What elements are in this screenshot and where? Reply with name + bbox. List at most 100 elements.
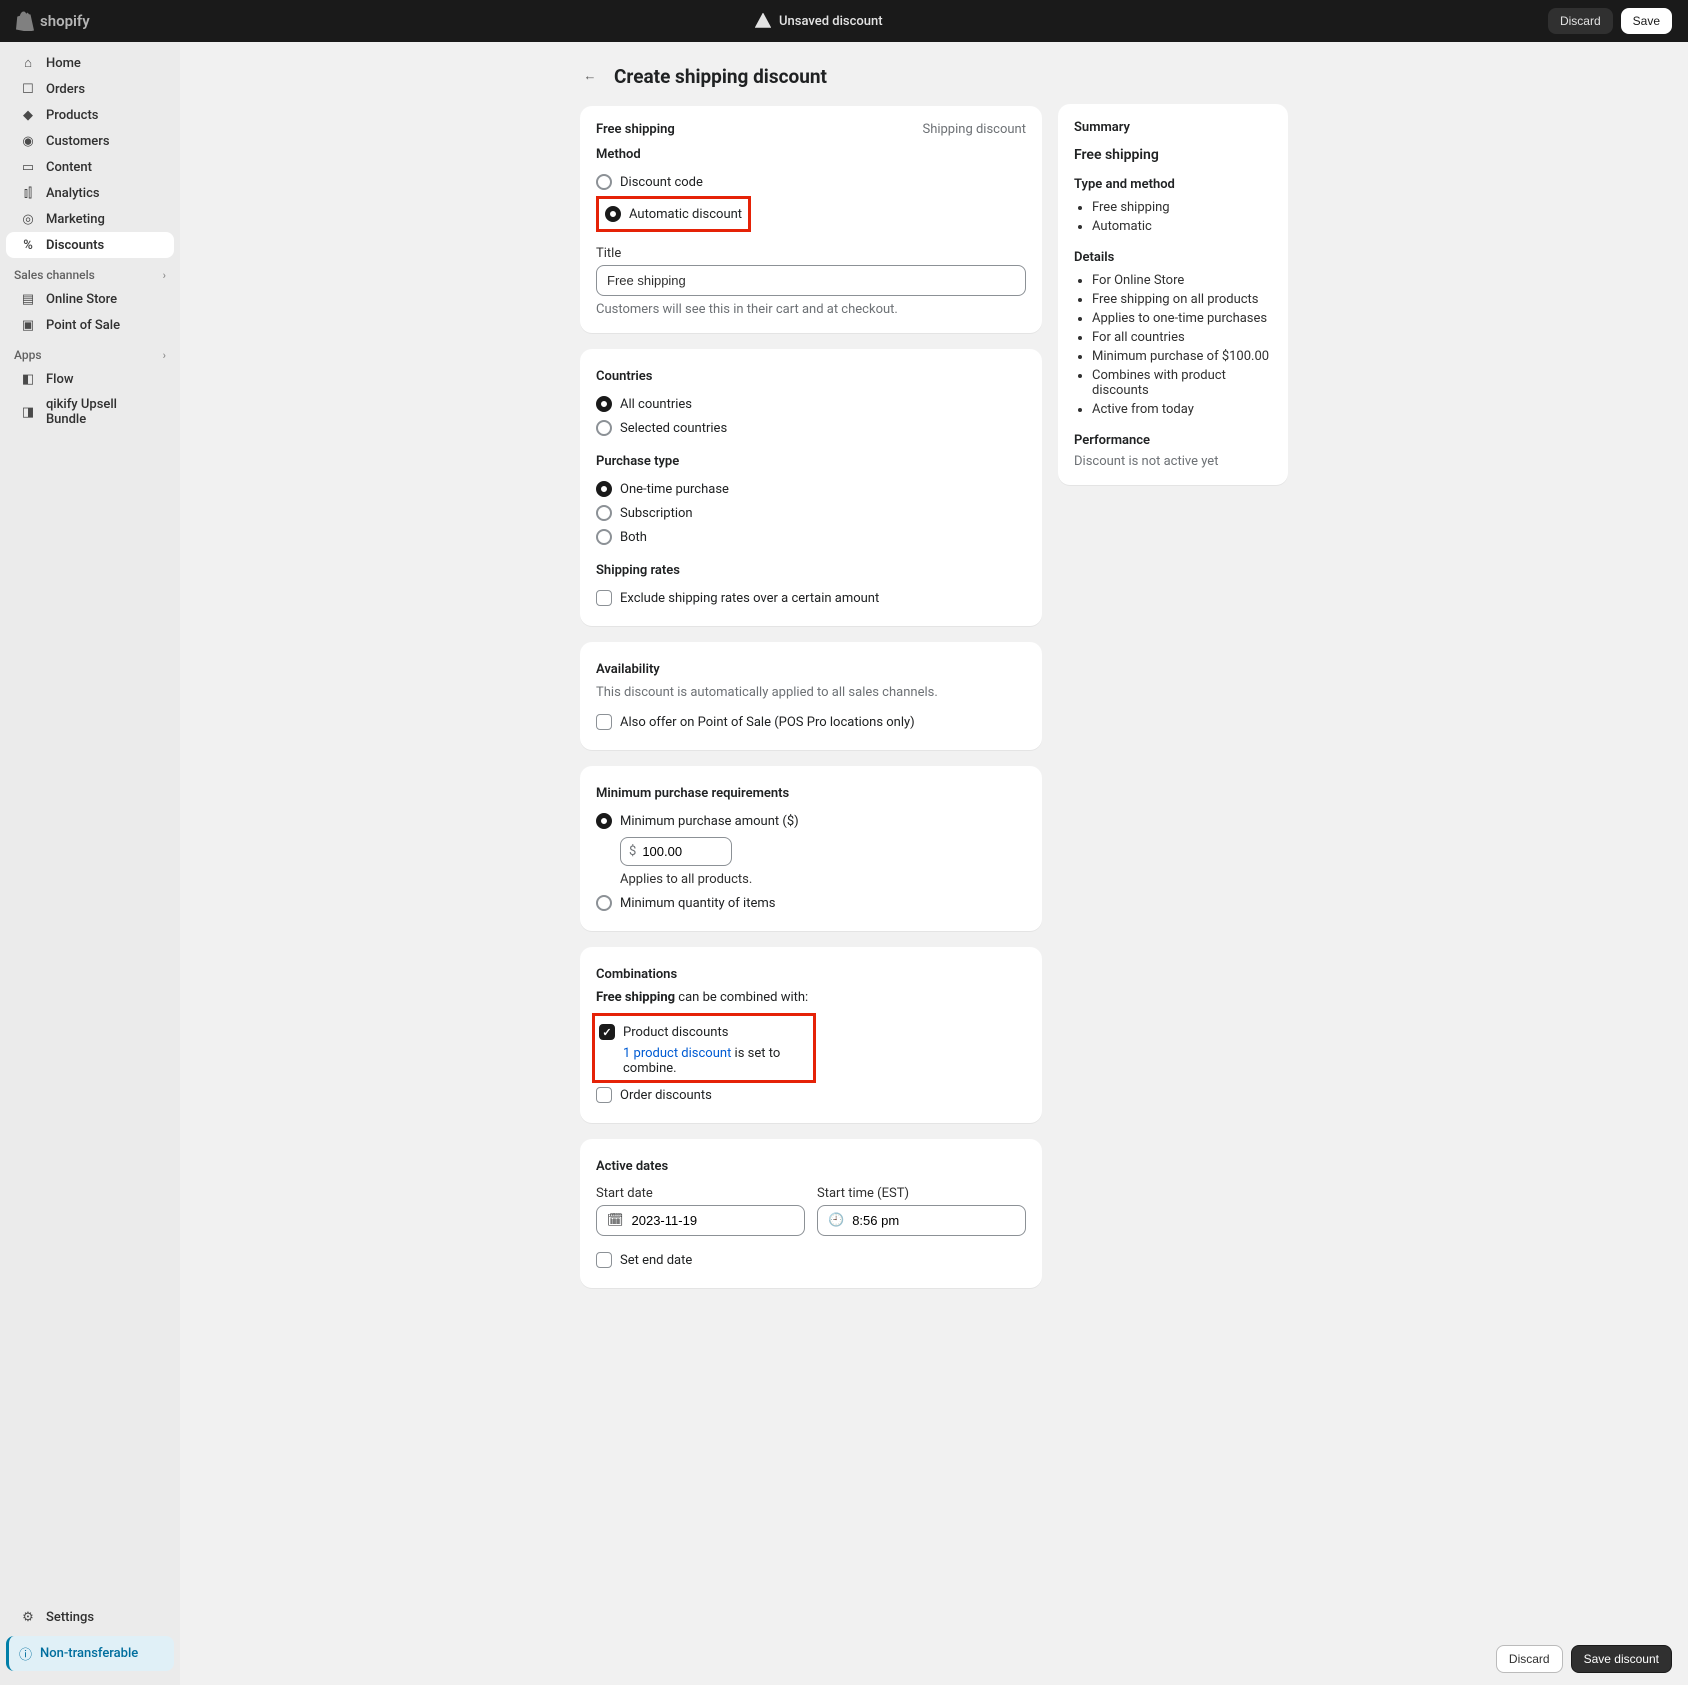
availability-desc: This discount is automatically applied t…	[596, 685, 1026, 700]
checkbox-checked-icon	[599, 1024, 615, 1040]
discard-button[interactable]: Discard	[1548, 8, 1613, 34]
start-date-input[interactable]	[632, 1206, 794, 1235]
clock-icon: 🕘	[828, 1213, 844, 1228]
radio-all-countries[interactable]: All countries	[596, 392, 1026, 416]
checkbox-pos[interactable]: Also offer on Point of Sale (POS Pro loc…	[596, 710, 1026, 734]
nav-orders[interactable]: ☐Orders	[6, 76, 174, 102]
list-item: Applies to one-time purchases	[1092, 309, 1272, 328]
nav-online-store[interactable]: ▤Online Store	[6, 286, 174, 312]
analytics-icon: ⫾⫿	[20, 185, 36, 201]
qikify-icon: ◨	[20, 404, 36, 420]
chevron-right-icon: ›	[163, 269, 166, 282]
min-amount-input[interactable]	[640, 838, 723, 865]
footer-save-button[interactable]: Save discount	[1571, 1645, 1672, 1673]
topbar-status: Unsaved discount	[90, 13, 1548, 29]
list-item: For Online Store	[1092, 271, 1272, 290]
start-time-input-wrap[interactable]: 🕘	[817, 1205, 1026, 1236]
nav-analytics[interactable]: ⫾⫿Analytics	[6, 180, 174, 206]
shopify-logo: shopify	[16, 11, 90, 31]
availability-card: Availability This discount is automatica…	[580, 642, 1042, 750]
start-time-input[interactable]	[852, 1206, 1015, 1235]
radio-min-qty[interactable]: Minimum quantity of items	[596, 891, 1026, 915]
calendar-icon: 🗓	[607, 1213, 624, 1228]
shopify-icon	[16, 11, 34, 31]
start-date-input-wrap[interactable]: 🗓	[596, 1205, 805, 1236]
apps-header[interactable]: Apps›	[0, 338, 180, 366]
nav-qikify[interactable]: ◨qikify Upsell Bundle	[6, 392, 174, 432]
summary-performance: Performance	[1074, 433, 1272, 448]
radio-selected-countries[interactable]: Selected countries	[596, 416, 1026, 440]
combinations-intro: Free shipping can be combined with:	[596, 990, 1026, 1005]
radio-selected-icon	[596, 396, 612, 412]
nav-settings[interactable]: ⚙Settings	[6, 1604, 174, 1630]
sales-channels-header[interactable]: Sales channels›	[0, 258, 180, 286]
list-item: Minimum purchase of $100.00	[1092, 347, 1272, 366]
title-input[interactable]	[596, 265, 1026, 296]
radio-min-amount[interactable]: Minimum purchase amount ($)	[596, 809, 1026, 833]
active-dates-card: Active dates Start date 🗓 Start time (ES…	[580, 1139, 1042, 1288]
summary-perf-text: Discount is not active yet	[1074, 454, 1272, 469]
checkbox-icon	[596, 714, 612, 730]
radio-automatic-discount[interactable]: Automatic discount	[605, 202, 742, 226]
checkbox-product-discounts[interactable]: Product discounts	[595, 1020, 809, 1044]
radio-selected-icon	[605, 206, 621, 222]
checkbox-exclude-rates[interactable]: Exclude shipping rates over a certain am…	[596, 586, 1026, 610]
checkbox-order-discounts[interactable]: Order discounts	[596, 1083, 1026, 1107]
radio-selected-icon	[596, 481, 612, 497]
nav-products[interactable]: ◆Products	[6, 102, 174, 128]
nav-marketing[interactable]: ◎Marketing	[6, 206, 174, 232]
page-header: ← Create shipping discount	[576, 62, 1042, 90]
list-item: Combines with product discounts	[1092, 366, 1272, 400]
radio-icon	[596, 529, 612, 545]
radio-icon	[596, 174, 612, 190]
nav-content[interactable]: ▭Content	[6, 154, 174, 180]
min-applies-text: Applies to all products.	[620, 872, 1026, 887]
checkbox-set-end-date[interactable]: Set end date	[596, 1248, 1026, 1272]
list-item: Free shipping on all products	[1092, 290, 1272, 309]
chevron-right-icon: ›	[163, 349, 166, 362]
footer-discard-button[interactable]: Discard	[1496, 1645, 1563, 1673]
summary-details-list: For Online Store Free shipping on all pr…	[1074, 271, 1272, 419]
nav-flow[interactable]: ◧Flow	[6, 366, 174, 392]
nav-home[interactable]: ⌂Home	[6, 50, 174, 76]
product-discount-link[interactable]: 1 product discount	[623, 1046, 731, 1061]
back-button[interactable]: ←	[576, 62, 604, 90]
save-button[interactable]: Save	[1621, 8, 1672, 34]
radio-discount-code[interactable]: Discount code	[596, 170, 1026, 194]
customers-icon: ◉	[20, 133, 36, 149]
highlight-product-discounts: Product discounts 1 product discount is …	[592, 1013, 816, 1083]
list-item: For all countries	[1092, 328, 1272, 347]
method-label: Method	[596, 147, 1026, 162]
nav-customers[interactable]: ◉Customers	[6, 128, 174, 154]
start-time-label: Start time (EST)	[817, 1186, 1026, 1201]
footer-actions: Discard Save discount	[0, 1633, 1688, 1685]
card-title: Free shipping	[596, 122, 675, 137]
products-icon: ◆	[20, 107, 36, 123]
brand-text: shopify	[40, 12, 90, 30]
marketing-icon: ◎	[20, 211, 36, 227]
summary-type-list: Free shipping Automatic	[1074, 198, 1272, 236]
nav-discounts[interactable]: %Discounts	[6, 232, 174, 258]
nav-pos[interactable]: ▣Point of Sale	[6, 312, 174, 338]
summary-card: Summary Free shipping Type and method Fr…	[1058, 104, 1288, 485]
home-icon: ⌂	[20, 55, 36, 71]
countries-card: Countries All countries Selected countri…	[580, 349, 1042, 626]
title-helper: Customers will see this in their cart an…	[596, 302, 1026, 317]
warning-icon	[755, 13, 771, 29]
radio-one-time[interactable]: One-time purchase	[596, 477, 1026, 501]
min-purchase-title: Minimum purchase requirements	[596, 786, 1026, 801]
start-date-label: Start date	[596, 1186, 805, 1201]
product-discount-link-row: 1 product discount is set to combine.	[619, 1044, 809, 1076]
list-item: Free shipping	[1092, 198, 1272, 217]
radio-subscription[interactable]: Subscription	[596, 501, 1026, 525]
min-amount-input-wrap[interactable]: $	[620, 837, 732, 866]
min-purchase-card: Minimum purchase requirements Minimum pu…	[580, 766, 1042, 931]
radio-both[interactable]: Both	[596, 525, 1026, 549]
pos-icon: ▣	[20, 317, 36, 333]
discounts-icon: %	[20, 237, 36, 253]
purchase-type-label: Purchase type	[596, 454, 1026, 469]
sidebar: ⌂Home ☐Orders ◆Products ◉Customers ▭Cont…	[0, 42, 180, 1685]
content-icon: ▭	[20, 159, 36, 175]
summary-type-method: Type and method	[1074, 177, 1272, 192]
radio-icon	[596, 420, 612, 436]
